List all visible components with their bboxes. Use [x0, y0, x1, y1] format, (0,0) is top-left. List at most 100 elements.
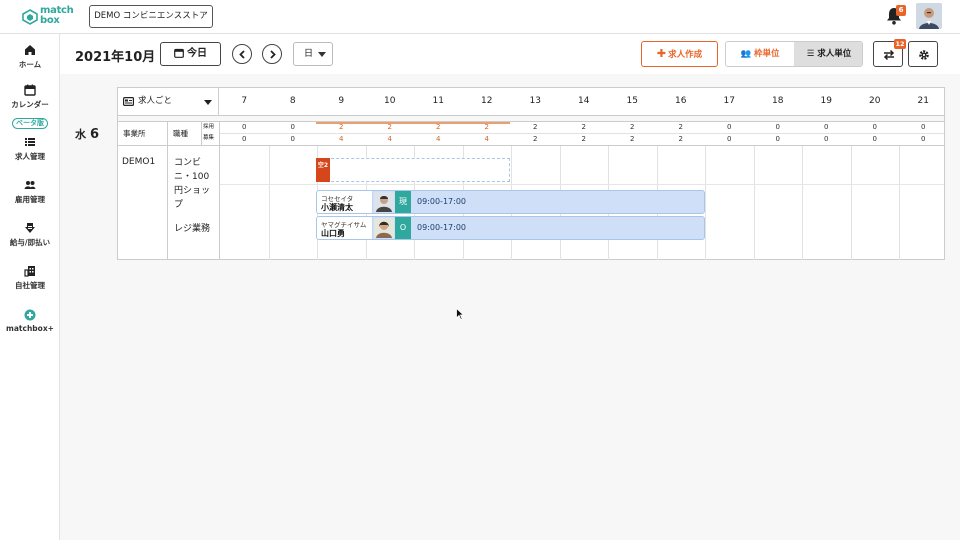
user-avatar[interactable]: [916, 3, 942, 29]
hour-label: 11: [432, 96, 444, 106]
hour-grid-line: [268, 146, 270, 260]
logo-mark-icon: [22, 9, 38, 25]
sidebar-item-label: 給与/即払い: [9, 238, 51, 247]
next-day-button[interactable]: [262, 44, 282, 64]
sidebar-item-label: 自社管理: [15, 281, 45, 290]
sidebar-item-calendar[interactable]: カレンダー ベータ版: [0, 84, 60, 129]
worker-status-tag: O: [395, 217, 411, 239]
main-panel: 2021年10月 今日 日 ✚ 求人作成 👥 枠単位 ☰ 求人単位 12 水 6…: [60, 34, 960, 540]
schedule-grid: 求人ごと 7 8 9 10 11 12 13 14 15 16 17 18 19 20 21 事業所 職種 …: [117, 87, 945, 260]
users-icon: [24, 181, 36, 189]
list-icon: [25, 138, 35, 146]
home-icon: [25, 45, 35, 55]
building-icon: [24, 266, 35, 277]
shift-worker: ヤマグチイサム 山口勇: [317, 217, 373, 239]
recruit-count: 2: [678, 135, 683, 143]
sidebar-item-label: matchbox+: [6, 324, 54, 333]
group-by-select[interactable]: 求人ごと: [118, 88, 219, 115]
job-rows: DEMO1 コンビニ・100円ショップ レジ業務 空2 コセセイタ 小瀬清太 現…: [118, 146, 944, 260]
create-job-button[interactable]: ✚ 求人作成: [641, 41, 718, 67]
sidebar-item-label: ホーム: [18, 60, 42, 69]
job-unit-label: 求人単位: [817, 49, 852, 59]
shift-bar[interactable]: コセセイタ 小瀬清太 現 09:00-17:00: [316, 190, 705, 214]
sidebar-item-label: 求人管理: [15, 152, 45, 161]
swap-badge: 12: [894, 39, 906, 49]
recruit-count: 0: [242, 135, 247, 143]
sidebar-item-employment[interactable]: 雇用管理: [0, 179, 60, 205]
hired-count: 2: [533, 123, 538, 131]
recruit-row-label: 募集: [203, 135, 215, 141]
recruit-count: 0: [872, 135, 877, 143]
hour-label: 17: [723, 96, 735, 106]
worker-avatar-icon: [374, 218, 394, 238]
job-unit-tab[interactable]: ☰ 求人単位: [794, 42, 862, 66]
store-selector-button[interactable]: DEMO コンビニエンスストア: [89, 5, 213, 28]
plus-circle-icon: [24, 309, 36, 321]
chevron-left-icon: [239, 50, 245, 59]
sidebar-item-company[interactable]: 自社管理: [0, 265, 60, 291]
worker-avatar-icon: [374, 192, 394, 212]
pay-icon: [25, 223, 35, 233]
users-icon: 👥: [740, 49, 752, 59]
hour-grid-line: [899, 146, 900, 260]
hired-count: 0: [290, 123, 295, 131]
hour-label: 10: [384, 96, 396, 106]
open-slot-badge: 空2: [316, 158, 330, 182]
hour-label: 15: [626, 96, 638, 106]
unit-toggle: 👥 枠単位 ☰ 求人単位: [725, 41, 863, 67]
shift-worker: コセセイタ 小瀬清太: [317, 191, 373, 213]
logo-text: match box: [40, 5, 74, 26]
recruit-count: 0: [727, 135, 732, 143]
calendar-toolbar: 2021年10月 今日 日 ✚ 求人作成 👥 枠単位 ☰ 求人単位 12: [60, 34, 960, 74]
hired-count: 2: [581, 123, 586, 131]
hired-count: 2: [387, 123, 392, 131]
day-label: 水6: [75, 126, 99, 142]
office-column-header: 事業所: [118, 122, 168, 145]
settings-button[interactable]: [908, 41, 938, 67]
sidebar-item-jobs[interactable]: 求人管理: [0, 136, 60, 162]
hired-count: 2: [436, 123, 441, 131]
open-slot[interactable]: [316, 158, 510, 182]
today-button[interactable]: 今日: [160, 42, 221, 66]
weekday-label: 水: [75, 128, 86, 141]
hired-count: 0: [775, 123, 780, 131]
open-slot-count: 空2: [317, 162, 329, 169]
hour-label: 16: [675, 96, 687, 106]
hour-grid-line: [850, 146, 852, 260]
worker-status-tag: 現: [395, 191, 411, 213]
caret-down-icon: [204, 100, 212, 105]
recruit-count: 2: [533, 135, 538, 143]
slot-unit-tab[interactable]: 👥 枠単位: [726, 42, 794, 66]
hour-grid-line: [705, 146, 706, 260]
sidebar-item-home[interactable]: ホーム: [0, 44, 60, 70]
column-divider: [167, 146, 168, 260]
recruit-count: 0: [290, 135, 295, 143]
recruit-count: 0: [824, 135, 829, 143]
create-job-label: 求人作成: [668, 50, 703, 60]
today-label: 今日: [187, 48, 207, 59]
shift-bar[interactable]: ヤマグチイサム 山口勇 O 09:00-17:00: [316, 216, 705, 240]
hour-label: 20: [869, 96, 881, 106]
hired-count: 2: [339, 123, 344, 131]
sidebar-item-matchbox-plus[interactable]: matchbox+: [0, 309, 60, 333]
notification-badge: 6: [896, 5, 906, 16]
calendar-content: 水6 求人ごと 7 8 9 10 11 12 13 14 15 16 17 18 19 20 21 事業所 …: [60, 74, 960, 540]
matchbox-logo[interactable]: match box: [22, 6, 74, 28]
shift-time: 09:00-17:00: [417, 223, 466, 232]
task-name: レジ業務: [174, 224, 211, 234]
count-row-labels: 採用 募集: [202, 122, 220, 145]
list-icon: ☰: [806, 49, 815, 59]
prev-day-button[interactable]: [232, 44, 252, 64]
hour-grid-line: [802, 146, 803, 260]
recruit-count: 2: [630, 135, 635, 143]
row-separator: [220, 184, 944, 185]
avatar-photo-icon: [916, 3, 942, 29]
office-name: DEMO1: [122, 157, 156, 167]
hour-grid-line: [753, 146, 755, 260]
sidebar-item-payroll[interactable]: 給与/即払い: [0, 222, 60, 248]
beta-badge: ベータ版: [12, 118, 48, 129]
recruit-count: 4: [387, 135, 392, 143]
sidebar-item-label: 雇用管理: [15, 195, 45, 204]
hour-label: 18: [772, 96, 784, 106]
view-mode-select[interactable]: 日: [293, 42, 333, 66]
